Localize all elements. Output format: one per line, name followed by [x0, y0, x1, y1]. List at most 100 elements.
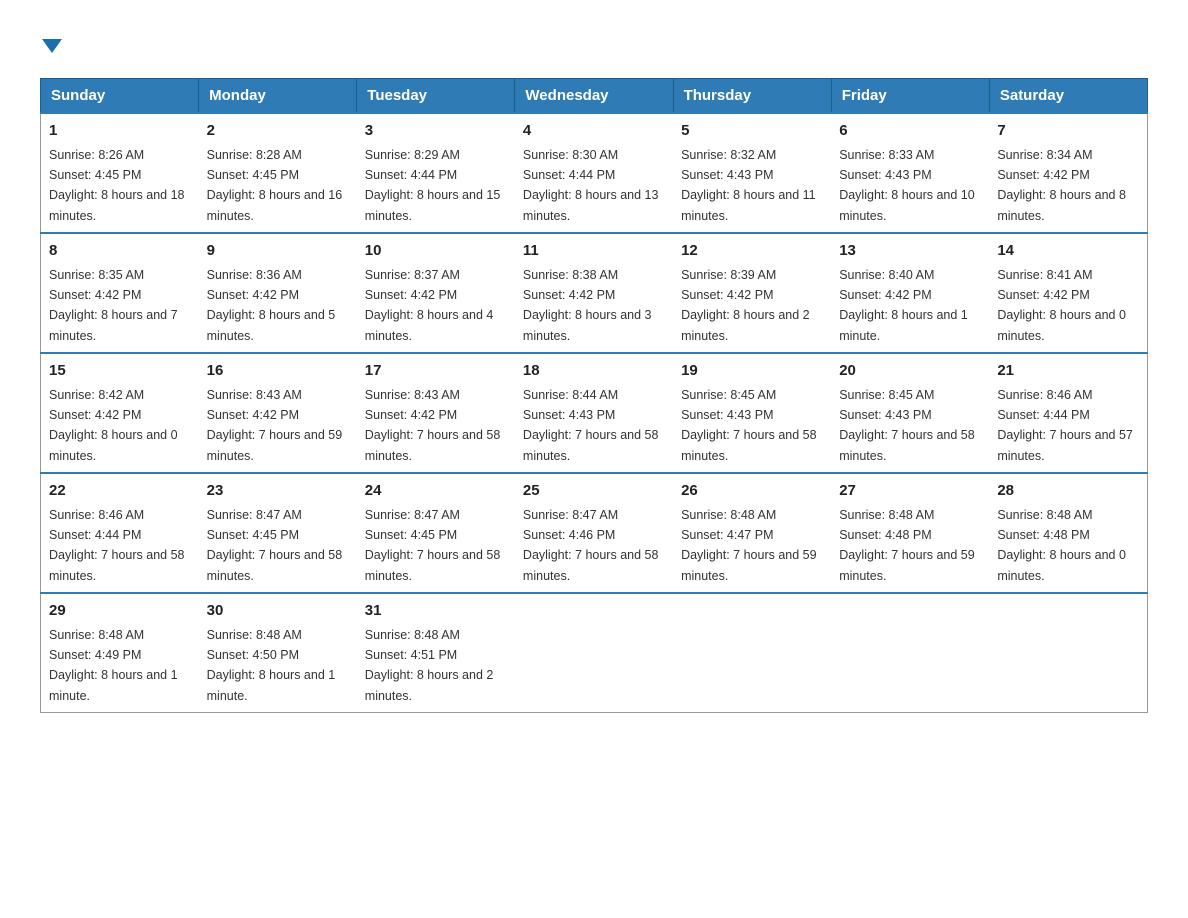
day-number: 27 [839, 480, 981, 503]
table-row: 24 Sunrise: 8:47 AMSunset: 4:45 PMDayligh… [357, 473, 515, 593]
day-info: Sunrise: 8:46 AMSunset: 4:44 PMDaylight:… [49, 508, 185, 583]
day-number: 14 [997, 240, 1139, 263]
day-number: 15 [49, 360, 191, 383]
logo [40, 30, 62, 58]
day-number: 26 [681, 480, 823, 503]
calendar-week-row: 29 Sunrise: 8:48 AMSunset: 4:49 PMDayligh… [41, 593, 1148, 713]
table-row [831, 593, 989, 713]
col-friday: Friday [831, 79, 989, 114]
day-number: 12 [681, 240, 823, 263]
table-row: 2 Sunrise: 8:28 AMSunset: 4:45 PMDaylight… [199, 113, 357, 233]
table-row: 16Sunrise: 8:43 AMSunset: 4:42 PMDayligh… [199, 353, 357, 473]
table-row: 18 Sunrise: 8:44 AMSunset: 4:43 PMDayligh… [515, 353, 673, 473]
day-info: Sunrise: 8:45 AMSunset: 4:43 PMDaylight:… [681, 388, 817, 463]
col-sunday: Sunday [41, 79, 199, 114]
day-info: Sunrise: 8:32 AMSunset: 4:43 PMDaylight:… [681, 148, 816, 223]
day-number: 18 [523, 360, 665, 383]
day-info: Sunrise: 8:48 AMSunset: 4:51 PMDaylight:… [365, 628, 494, 703]
day-number: 28 [997, 480, 1139, 503]
day-number: 1 [49, 120, 191, 143]
table-row: 9 Sunrise: 8:36 AMSunset: 4:42 PMDaylight… [199, 233, 357, 353]
page-header [40, 30, 1148, 58]
table-row: 12 Sunrise: 8:39 AMSunset: 4:42 PMDayligh… [673, 233, 831, 353]
day-info: Sunrise: 8:40 AMSunset: 4:42 PMDaylight:… [839, 268, 968, 343]
table-row: 17Sunrise: 8:43 AMSunset: 4:42 PMDayligh… [357, 353, 515, 473]
table-row [989, 593, 1147, 713]
table-row: 30 Sunrise: 8:48 AMSunset: 4:50 PMDayligh… [199, 593, 357, 713]
table-row: 1 Sunrise: 8:26 AMSunset: 4:45 PMDaylight… [41, 113, 199, 233]
table-row: 8Sunrise: 8:35 AMSunset: 4:42 PMDaylight… [41, 233, 199, 353]
day-info: Sunrise: 8:48 AMSunset: 4:49 PMDaylight:… [49, 628, 178, 703]
days-of-week-row: Sunday Monday Tuesday Wednesday Thursday… [41, 79, 1148, 114]
day-number: 25 [523, 480, 665, 503]
col-monday: Monday [199, 79, 357, 114]
day-info: Sunrise: 8:28 AMSunset: 4:45 PMDaylight:… [207, 148, 343, 223]
day-info: Sunrise: 8:33 AMSunset: 4:43 PMDaylight:… [839, 148, 975, 223]
calendar-week-row: 1 Sunrise: 8:26 AMSunset: 4:45 PMDaylight… [41, 113, 1148, 233]
day-info: Sunrise: 8:43 AMSunset: 4:42 PMDaylight:… [365, 388, 501, 463]
day-info: Sunrise: 8:29 AMSunset: 4:44 PMDaylight:… [365, 148, 501, 223]
day-number: 22 [49, 480, 191, 503]
day-number: 13 [839, 240, 981, 263]
table-row: 13 Sunrise: 8:40 AMSunset: 4:42 PMDayligh… [831, 233, 989, 353]
day-info: Sunrise: 8:37 AMSunset: 4:42 PMDaylight:… [365, 268, 494, 343]
table-row: 20Sunrise: 8:45 AMSunset: 4:43 PMDayligh… [831, 353, 989, 473]
table-row: 6Sunrise: 8:33 AMSunset: 4:43 PMDaylight… [831, 113, 989, 233]
day-info: Sunrise: 8:48 AMSunset: 4:48 PMDaylight:… [839, 508, 975, 583]
table-row: 11Sunrise: 8:38 AMSunset: 4:42 PMDayligh… [515, 233, 673, 353]
table-row: 21 Sunrise: 8:46 AMSunset: 4:44 PMDayligh… [989, 353, 1147, 473]
table-row: 14 Sunrise: 8:41 AMSunset: 4:42 PMDayligh… [989, 233, 1147, 353]
col-saturday: Saturday [989, 79, 1147, 114]
day-info: Sunrise: 8:47 AMSunset: 4:45 PMDaylight:… [207, 508, 343, 583]
day-info: Sunrise: 8:30 AMSunset: 4:44 PMDaylight:… [523, 148, 659, 223]
day-info: Sunrise: 8:46 AMSunset: 4:44 PMDaylight:… [997, 388, 1133, 463]
day-info: Sunrise: 8:48 AMSunset: 4:47 PMDaylight:… [681, 508, 817, 583]
day-info: Sunrise: 8:38 AMSunset: 4:42 PMDaylight:… [523, 268, 652, 343]
table-row: 22 Sunrise: 8:46 AMSunset: 4:44 PMDayligh… [41, 473, 199, 593]
table-row: 28 Sunrise: 8:48 AMSunset: 4:48 PMDayligh… [989, 473, 1147, 593]
table-row: 31Sunrise: 8:48 AMSunset: 4:51 PMDayligh… [357, 593, 515, 713]
day-info: Sunrise: 8:44 AMSunset: 4:43 PMDaylight:… [523, 388, 659, 463]
table-row [515, 593, 673, 713]
day-number: 9 [207, 240, 349, 263]
table-row: 3 Sunrise: 8:29 AMSunset: 4:44 PMDaylight… [357, 113, 515, 233]
day-info: Sunrise: 8:39 AMSunset: 4:42 PMDaylight:… [681, 268, 810, 343]
day-number: 30 [207, 600, 349, 623]
day-info: Sunrise: 8:36 AMSunset: 4:42 PMDaylight:… [207, 268, 336, 343]
day-info: Sunrise: 8:47 AMSunset: 4:45 PMDaylight:… [365, 508, 501, 583]
day-number: 5 [681, 120, 823, 143]
day-number: 10 [365, 240, 507, 263]
table-row: 23 Sunrise: 8:47 AMSunset: 4:45 PMDayligh… [199, 473, 357, 593]
day-info: Sunrise: 8:41 AMSunset: 4:42 PMDaylight:… [997, 268, 1126, 343]
table-row: 10 Sunrise: 8:37 AMSunset: 4:42 PMDayligh… [357, 233, 515, 353]
col-wednesday: Wednesday [515, 79, 673, 114]
day-number: 7 [997, 120, 1139, 143]
day-number: 4 [523, 120, 665, 143]
logo-triangle-icon [42, 39, 62, 53]
table-row [673, 593, 831, 713]
day-number: 3 [365, 120, 507, 143]
day-number: 29 [49, 600, 191, 623]
day-number: 24 [365, 480, 507, 503]
day-info: Sunrise: 8:48 AMSunset: 4:48 PMDaylight:… [997, 508, 1126, 583]
table-row: 7 Sunrise: 8:34 AMSunset: 4:42 PMDaylight… [989, 113, 1147, 233]
calendar-week-row: 22 Sunrise: 8:46 AMSunset: 4:44 PMDayligh… [41, 473, 1148, 593]
day-number: 23 [207, 480, 349, 503]
day-number: 2 [207, 120, 349, 143]
col-tuesday: Tuesday [357, 79, 515, 114]
col-thursday: Thursday [673, 79, 831, 114]
table-row: 4 Sunrise: 8:30 AMSunset: 4:44 PMDaylight… [515, 113, 673, 233]
day-info: Sunrise: 8:42 AMSunset: 4:42 PMDaylight:… [49, 388, 178, 463]
calendar-week-row: 8Sunrise: 8:35 AMSunset: 4:42 PMDaylight… [41, 233, 1148, 353]
day-info: Sunrise: 8:48 AMSunset: 4:50 PMDaylight:… [207, 628, 336, 703]
calendar-week-row: 15 Sunrise: 8:42 AMSunset: 4:42 PMDayligh… [41, 353, 1148, 473]
calendar-body: 1 Sunrise: 8:26 AMSunset: 4:45 PMDaylight… [41, 113, 1148, 713]
day-info: Sunrise: 8:34 AMSunset: 4:42 PMDaylight:… [997, 148, 1126, 223]
table-row: 29 Sunrise: 8:48 AMSunset: 4:49 PMDayligh… [41, 593, 199, 713]
day-info: Sunrise: 8:35 AMSunset: 4:42 PMDaylight:… [49, 268, 178, 343]
day-info: Sunrise: 8:26 AMSunset: 4:45 PMDaylight:… [49, 148, 185, 223]
day-info: Sunrise: 8:43 AMSunset: 4:42 PMDaylight:… [207, 388, 343, 463]
table-row: 19Sunrise: 8:45 AMSunset: 4:43 PMDayligh… [673, 353, 831, 473]
calendar-header: Sunday Monday Tuesday Wednesday Thursday… [41, 79, 1148, 114]
day-number: 21 [997, 360, 1139, 383]
